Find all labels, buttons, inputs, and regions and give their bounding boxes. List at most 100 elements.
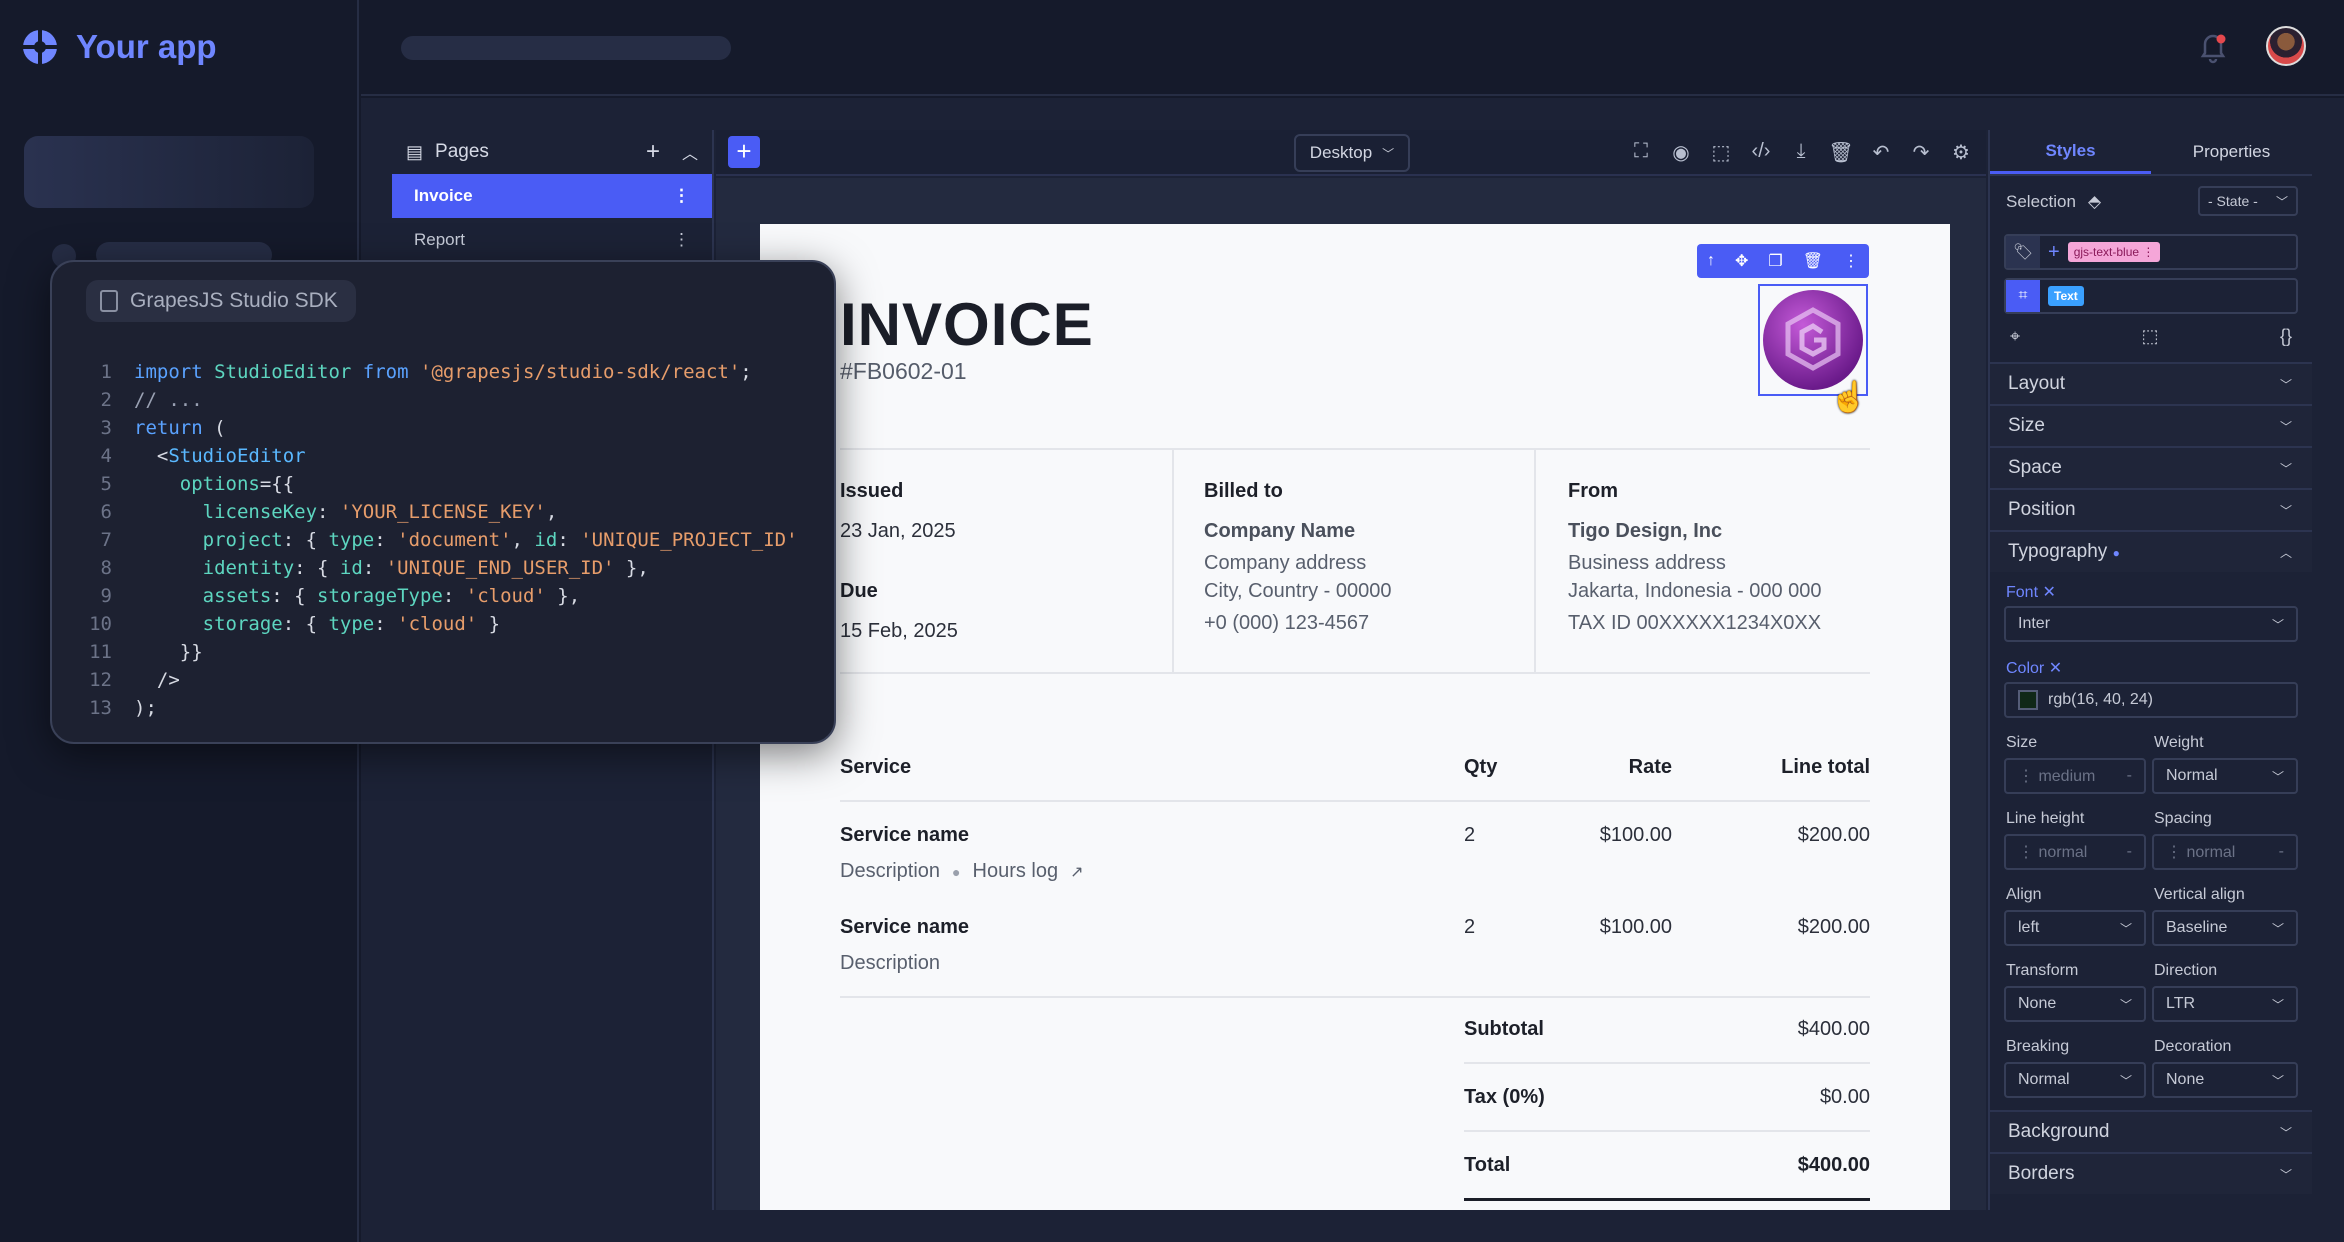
from-address[interactable]: Business address — [1568, 552, 1726, 575]
section-borders[interactable]: Borders ﹀ — [1990, 1152, 2312, 1194]
page-item-invoice[interactable]: Invoice ⋮ — [392, 174, 712, 218]
total-label[interactable]: Total — [1464, 1154, 1510, 1177]
kebab-icon[interactable]: ⋮ — [673, 230, 690, 250]
frame-icon[interactable]: ⬚ — [2142, 326, 2159, 347]
tab-properties[interactable]: Properties — [2151, 130, 2312, 174]
delete-icon[interactable]: 🗑 — [1803, 251, 1823, 271]
row1-rate[interactable]: $100.00 — [1560, 824, 1672, 847]
section-space[interactable]: Space ﹀ — [1990, 446, 2312, 488]
col-rate[interactable]: Rate — [1560, 756, 1672, 779]
select-parent-arrow-icon[interactable]: ↑ — [1707, 252, 1715, 270]
from-label[interactable]: From — [1568, 480, 1618, 503]
issued-date[interactable]: 23 Jan, 2025 — [840, 520, 956, 543]
move-icon[interactable]: ✥ — [1735, 251, 1748, 271]
row1-qty[interactable]: 2 — [1464, 824, 1475, 847]
undo-icon[interactable]: ↶ — [1868, 140, 1894, 165]
col-line-total[interactable]: Line total — [1710, 756, 1870, 779]
app-logo[interactable]: Your app — [22, 28, 217, 66]
clone-icon[interactable]: ❐ — [1768, 251, 1782, 271]
trash-icon[interactable]: 🗑 — [1828, 140, 1854, 165]
bell-icon[interactable] — [2193, 26, 2233, 66]
outline-icon[interactable]: ⬚ — [1708, 140, 1734, 165]
class-selector[interactable]: 🏷 + gjs-text-blue ⋮ — [2004, 234, 2298, 270]
hours-log-link[interactable]: Hours log — [973, 860, 1059, 883]
row1-service-name[interactable]: Service name — [840, 824, 969, 847]
valign-select[interactable]: Baseline ﹀ — [2152, 910, 2298, 946]
direction-select[interactable]: LTR ﹀ — [2152, 986, 2298, 1022]
size-field[interactable]: ⋮ medium - — [2004, 758, 2146, 794]
add-class-icon[interactable]: + — [2048, 241, 2060, 264]
class-tag[interactable]: gjs-text-blue ⋮ — [2067, 242, 2161, 262]
download-icon[interactable]: ⤓ — [1788, 140, 1814, 165]
billed-to-label[interactable]: Billed to — [1204, 480, 1283, 503]
avatar[interactable] — [2266, 26, 2306, 66]
target-icon[interactable]: ⌖ — [2010, 326, 2020, 347]
add-page-icon[interactable]: + — [646, 138, 660, 166]
section-size[interactable]: Size ﹀ — [1990, 404, 2312, 446]
clear-color-icon[interactable]: ✕ — [2049, 660, 2062, 677]
due-label[interactable]: Due — [840, 580, 878, 603]
billed-phone[interactable]: +0 (000) 123-4567 — [1204, 612, 1369, 635]
section-position[interactable]: Position ﹀ — [1990, 488, 2312, 530]
code-token: 'YOUR_LICENSE_KEY' — [339, 501, 546, 523]
preview-eye-icon[interactable]: ◉ — [1668, 140, 1694, 165]
code-token: identity — [134, 557, 295, 579]
font-select[interactable]: Inter ﹀ — [2004, 606, 2298, 642]
breaking-select[interactable]: Normal ﹀ — [2004, 1062, 2146, 1098]
section-typography[interactable]: Typography ● ︿ — [1990, 530, 2312, 572]
code-icon[interactable]: ‹/› — [1748, 140, 1774, 165]
collapse-icon[interactable]: ︿ — [682, 140, 698, 164]
weight-select[interactable]: Normal ﹀ — [2152, 758, 2298, 794]
row2-total[interactable]: $200.00 — [1710, 916, 1870, 939]
kebab-icon[interactable]: ⋮ — [673, 186, 690, 206]
clear-font-icon[interactable]: ✕ — [2042, 584, 2055, 601]
section-background[interactable]: Background ﹀ — [1990, 1110, 2312, 1152]
row1-description[interactable]: Description ● Hours log ↗ — [840, 860, 1084, 883]
due-date[interactable]: 15 Feb, 2025 — [840, 620, 958, 643]
spacing-field[interactable]: ⋮ normal - — [2152, 834, 2298, 870]
col-qty[interactable]: Qty — [1464, 756, 1497, 779]
tax-label[interactable]: Tax (0%) — [1464, 1086, 1545, 1109]
fullscreen-icon[interactable]: ⛶ — [1628, 140, 1654, 165]
lineheight-field[interactable]: ⋮ normal - — [2004, 834, 2146, 870]
row1-total[interactable]: $200.00 — [1710, 824, 1870, 847]
row2-service-name[interactable]: Service name — [840, 916, 969, 939]
transform-select[interactable]: None ﹀ — [2004, 986, 2146, 1022]
unit-select[interactable]: - — [2127, 767, 2132, 785]
braces-icon[interactable]: {} — [2280, 326, 2292, 347]
selector-options: ⌖ ⬚ {} — [2004, 326, 2298, 347]
sync-styles-icon[interactable]: ⬘ — [2088, 192, 2101, 212]
invoice-title[interactable]: INVOICE — [840, 290, 1094, 359]
from-tax-id[interactable]: TAX ID 00XXXXX1234X0XX — [1568, 612, 1821, 635]
row2-description[interactable]: Description — [840, 952, 940, 975]
align-select[interactable]: left ﹀ — [2004, 910, 2146, 946]
from-city[interactable]: Jakarta, Indonesia - 000 000 — [1568, 580, 1822, 603]
col-service[interactable]: Service — [840, 756, 911, 779]
kebab-icon[interactable]: ⋮ — [1843, 251, 1859, 271]
decoration-select[interactable]: None ﹀ — [2152, 1062, 2298, 1098]
billed-name[interactable]: Company Name — [1204, 520, 1355, 543]
device-select[interactable]: Desktop ﹀ — [1294, 134, 1410, 172]
add-block-button[interactable]: + — [728, 136, 760, 168]
total-value[interactable]: $400.00 — [1710, 1154, 1870, 1177]
subtotal-value[interactable]: $400.00 — [1710, 1018, 1870, 1041]
billed-city[interactable]: City, Country - 00000 — [1204, 580, 1392, 603]
section-layout[interactable]: Layout ﹀ — [1990, 362, 2312, 404]
unit-select[interactable]: - — [2127, 843, 2132, 861]
state-select[interactable]: - State - ﹀ — [2198, 186, 2298, 216]
billed-address[interactable]: Company address — [1204, 552, 1366, 575]
row2-rate[interactable]: $100.00 — [1560, 916, 1672, 939]
page-item-report[interactable]: Report ⋮ — [392, 218, 712, 262]
color-field[interactable]: rgb(16, 40, 24) — [2004, 682, 2298, 718]
tax-value[interactable]: $0.00 — [1710, 1086, 1870, 1109]
from-name[interactable]: Tigo Design, Inc — [1568, 520, 1722, 543]
subtotal-label[interactable]: Subtotal — [1464, 1018, 1544, 1041]
redo-icon[interactable]: ↷ — [1908, 140, 1934, 165]
unit-select[interactable]: - — [2279, 843, 2284, 861]
tab-styles[interactable]: Styles — [1990, 130, 2151, 174]
issued-label[interactable]: Issued — [840, 480, 903, 503]
settings-gear-icon[interactable]: ⚙ — [1948, 140, 1974, 165]
color-swatch[interactable] — [2018, 690, 2038, 710]
row2-qty[interactable]: 2 — [1464, 916, 1475, 939]
invoice-number[interactable]: #FB0602-01 — [840, 358, 967, 385]
